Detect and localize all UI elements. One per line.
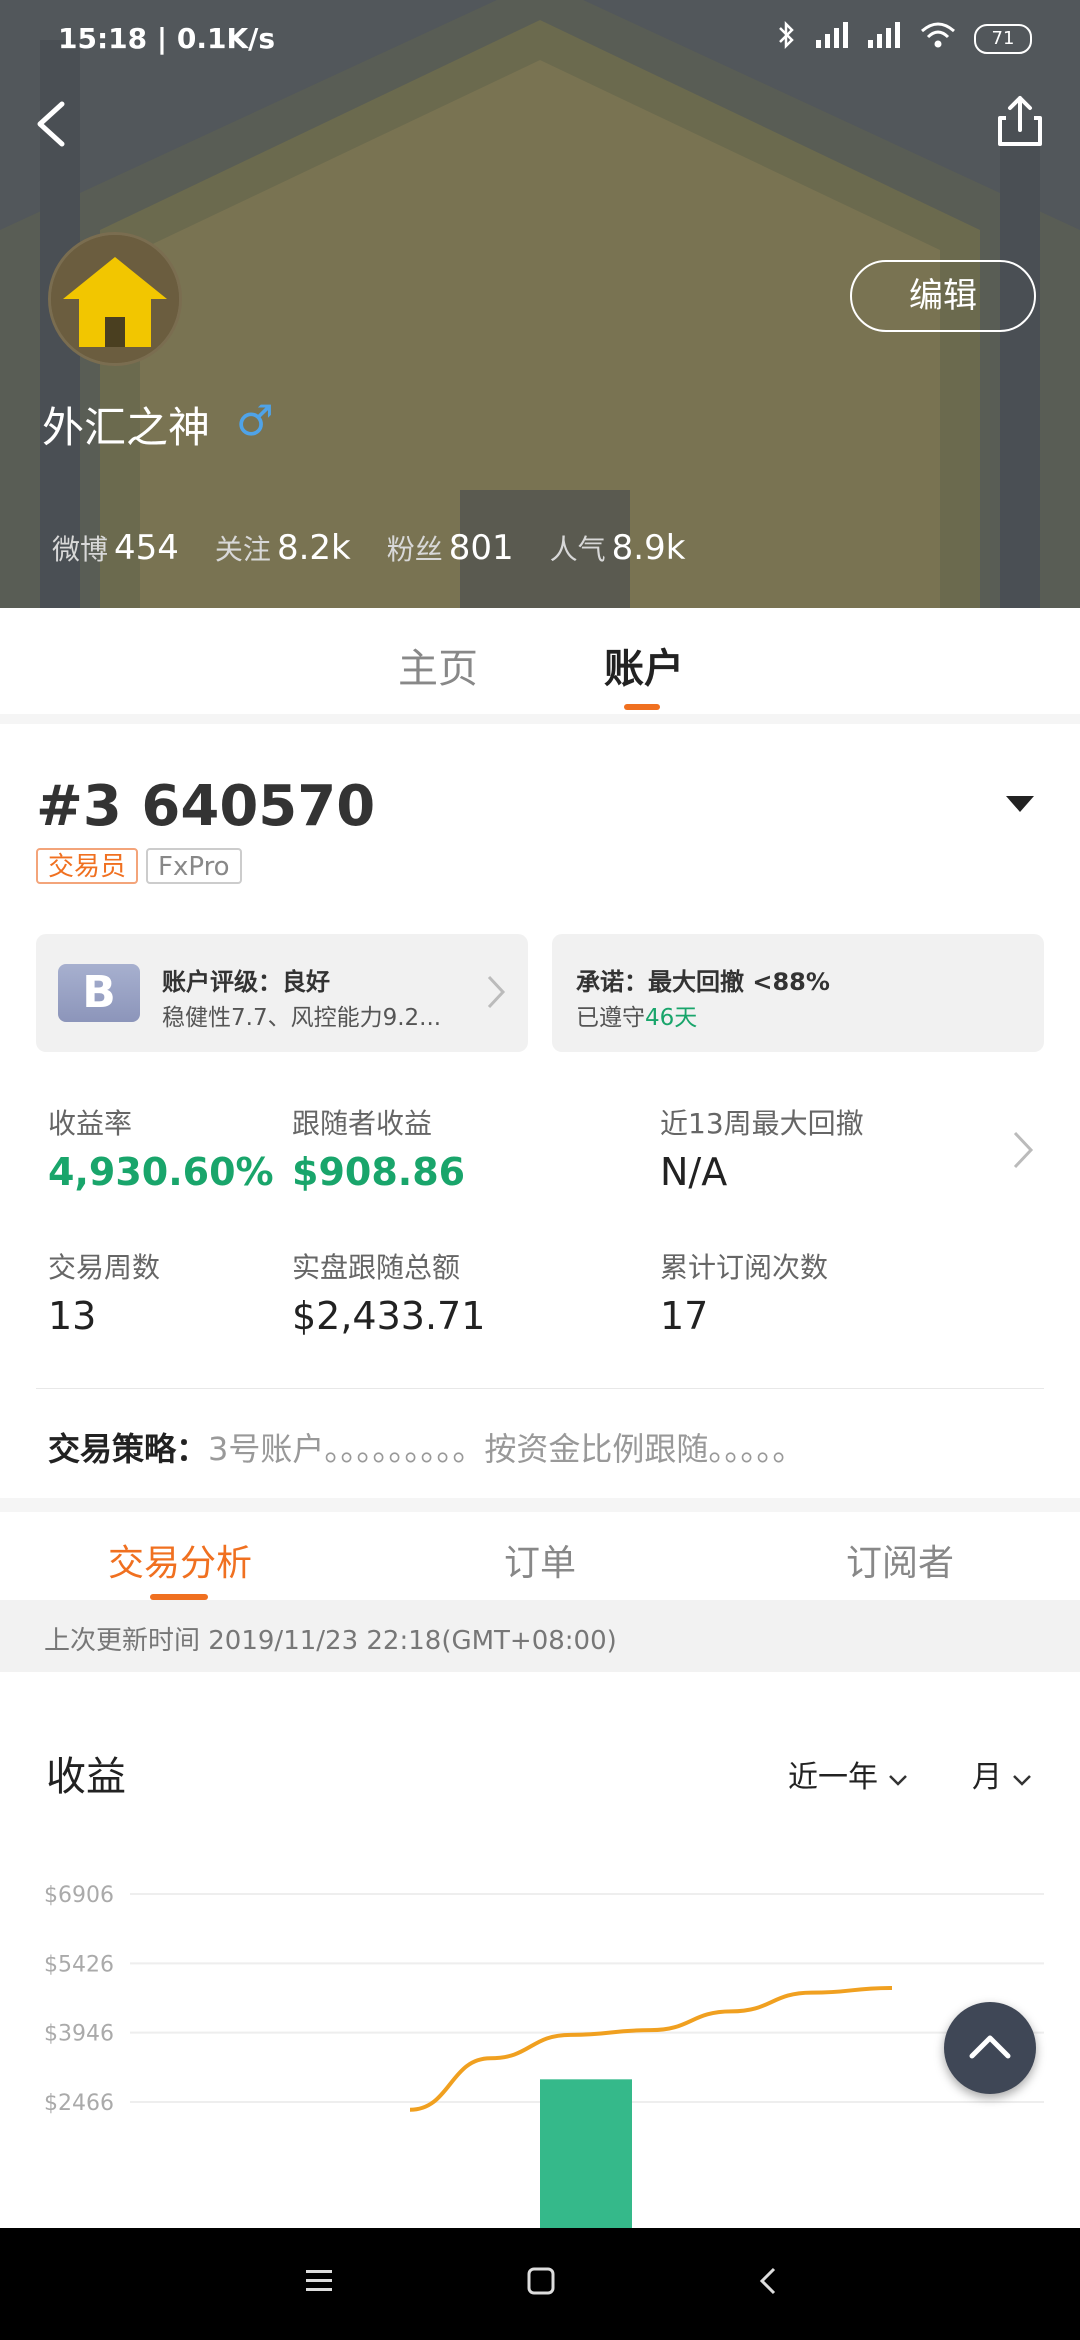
earnings-line bbox=[409, 1985, 893, 2112]
status-time: 15:18 | 0.1K/s bbox=[58, 22, 276, 55]
back-arrow-icon bbox=[37, 101, 65, 147]
promise-title: 承诺：最大回撤 <88% bbox=[576, 968, 830, 996]
earnings-chart: $6906 $5426 $3946 $2466 bbox=[44, 1883, 1044, 2228]
metric-value: $908.86 bbox=[292, 1150, 466, 1194]
metric-value: 17 bbox=[660, 1294, 709, 1338]
account-dropdown-icon[interactable] bbox=[1004, 794, 1036, 818]
rating-detail: 稳健性7.7、风控能力9.2... bbox=[162, 1005, 442, 1031]
stat-followers[interactable]: 粉丝 801 bbox=[387, 528, 514, 568]
stat-following[interactable]: 关注 8.2k bbox=[215, 528, 351, 568]
metric-label: 收益率 bbox=[48, 1107, 133, 1140]
promise-detail: 已遵守46天 bbox=[576, 1005, 698, 1031]
back-button[interactable] bbox=[28, 96, 84, 152]
y-tick-label: $5426 bbox=[44, 1952, 114, 1977]
tab-orders[interactable]: 订单 bbox=[504, 1534, 576, 1586]
male-gender-icon: ♂ bbox=[236, 396, 274, 445]
trading-strategy: 交易策略：3号账户。。。。。。。。。按资金比例跟随。。。。。 bbox=[48, 1430, 805, 1468]
y-tick-label: $2466 bbox=[44, 2091, 114, 2116]
profile-header: 15:18 | 0.1K/s 71 编辑 外汇之神 ♂ 微博 454 关注 8.… bbox=[0, 0, 1080, 608]
tab-account[interactable]: 账户 bbox=[604, 636, 684, 694]
edit-profile-button[interactable]: 编辑 bbox=[850, 260, 1036, 332]
analysis-tab-bar: 交易分析 订单 订阅者 bbox=[0, 1512, 1080, 1600]
status-bar: 15:18 | 0.1K/s 71 bbox=[0, 0, 1080, 76]
metric-value: 13 bbox=[48, 1294, 97, 1338]
menu-icon[interactable] bbox=[302, 2264, 336, 2302]
account-card: #3 640570 交易员 FxPro B 账户评级：良好 稳健性7.7、风控能… bbox=[0, 724, 1080, 1498]
y-tick-label: $3946 bbox=[44, 2022, 114, 2047]
share-button[interactable] bbox=[990, 92, 1050, 152]
broker-tag: FxPro bbox=[146, 848, 242, 884]
earnings-section: 收益 近一年 月 $6906 $5426 $3946 $2466 bbox=[0, 1672, 1080, 2228]
wifi-icon bbox=[920, 21, 956, 56]
last-update-bar: 上次更新时间 2019/11/23 22:18(GMT+08:00) bbox=[0, 1600, 1080, 1672]
account-id: #3 640570 bbox=[36, 774, 376, 839]
promise-box: 承诺：最大回撤 <88% 已遵守46天 bbox=[552, 934, 1044, 1052]
system-nav-bar bbox=[0, 2228, 1080, 2340]
metric-label: 累计订阅次数 bbox=[660, 1251, 829, 1284]
metric-value: 4,930.60% bbox=[48, 1150, 274, 1194]
last-update-text: 上次更新时间 2019/11/23 22:18(GMT+08:00) bbox=[44, 1626, 617, 1656]
tab-home[interactable]: 主页 bbox=[398, 636, 478, 694]
main-tab-bar: 主页 账户 bbox=[0, 608, 1080, 714]
stat-popularity: 人气 8.9k bbox=[549, 528, 686, 568]
y-tick-label: $6906 bbox=[44, 1883, 114, 1908]
trader-tag: 交易员 bbox=[36, 848, 139, 884]
rating-box[interactable]: B 账户评级：良好 稳健性7.7、风控能力9.2... bbox=[36, 934, 528, 1052]
divider bbox=[36, 1388, 1044, 1389]
drawdown-chevron-icon[interactable] bbox=[1012, 1130, 1034, 1174]
metric-value: N/A bbox=[660, 1150, 728, 1194]
metric-label: 跟随者收益 bbox=[292, 1107, 433, 1140]
house-avatar-icon bbox=[51, 235, 179, 363]
grade-badge: B bbox=[58, 964, 140, 1022]
battery-icon: 71 bbox=[974, 23, 1032, 54]
share-icon bbox=[998, 96, 1042, 146]
tab-indicator bbox=[624, 704, 660, 710]
chevron-right-icon bbox=[486, 974, 506, 1014]
chevron-up-icon bbox=[969, 2035, 1011, 2059]
signal-icon bbox=[868, 22, 902, 55]
profile-stats: 微博 454 关注 8.2k 粉丝 801 人气 8.9k bbox=[52, 528, 685, 568]
home-icon[interactable] bbox=[524, 2264, 558, 2302]
rating-title: 账户评级：良好 bbox=[162, 968, 330, 996]
metric-value: $2,433.71 bbox=[292, 1294, 486, 1338]
avatar[interactable] bbox=[48, 232, 182, 366]
metric-label: 交易周数 bbox=[48, 1251, 161, 1284]
username: 外汇之神 bbox=[42, 403, 211, 452]
scroll-to-top-button[interactable] bbox=[944, 2002, 1036, 2094]
tab-subscribers[interactable]: 订阅者 bbox=[846, 1534, 954, 1586]
tab-trade-analysis[interactable]: 交易分析 bbox=[108, 1534, 252, 1586]
metric-label: 近13周最大回撤 bbox=[660, 1107, 864, 1140]
stat-weibo[interactable]: 微博 454 bbox=[52, 528, 179, 568]
signal-icon bbox=[816, 22, 850, 55]
bluetooth-icon bbox=[776, 20, 798, 57]
back-icon[interactable] bbox=[752, 2264, 786, 2302]
metric-label: 实盘跟随总额 bbox=[292, 1251, 461, 1284]
earnings-bar bbox=[540, 2079, 632, 2228]
